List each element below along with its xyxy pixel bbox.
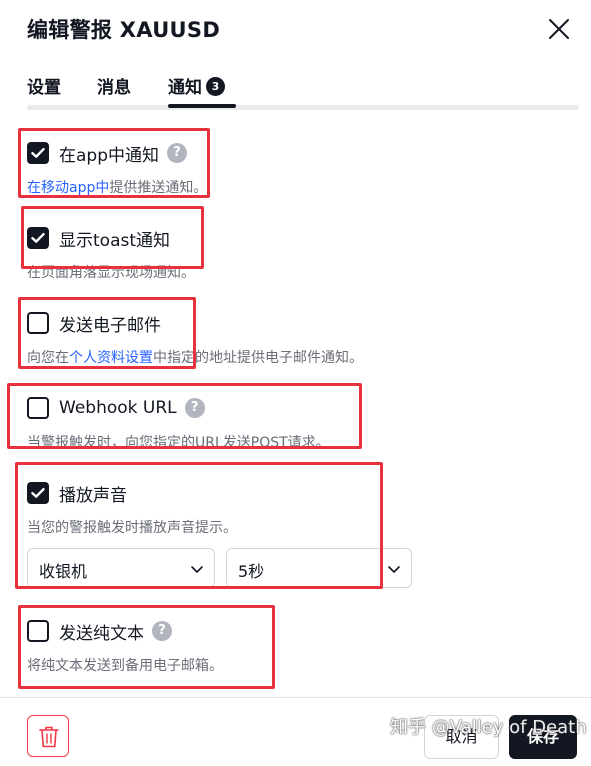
plain-text-checkbox[interactable] <box>27 620 49 642</box>
send-email-label: 发送电子邮件 <box>59 315 161 336</box>
help-icon[interactable]: ? <box>184 398 205 418</box>
app-notification-desc-text: 提供推送通知。 <box>109 180 208 196</box>
active-tab-indicator <box>168 104 236 108</box>
chevron-down-icon <box>388 566 400 573</box>
option-play-sound: 播放声音 当您的警报触发时播放声音提示。 <box>27 481 237 537</box>
send-email-desc: 向您在个人资料设置中指定的地址提供电子邮件通知。 <box>27 347 363 367</box>
tab-bar: 设置 消息 通知 3 <box>27 74 579 114</box>
check-icon <box>31 148 45 158</box>
check-icon <box>31 233 45 243</box>
tab-messages[interactable]: 消息 <box>97 74 131 110</box>
tab-notifications-label: 通知 <box>168 78 202 98</box>
help-icon[interactable]: ? <box>167 143 187 163</box>
edit-alert-dialog: 编辑警报 XAUUSD 设置 消息 通知 3 在app中通知 ? 在移动app中提… <box>0 0 591 766</box>
check-icon <box>31 488 45 498</box>
tab-messages-label: 消息 <box>97 78 131 98</box>
dialog-title: 编辑警报 XAUUSD <box>27 18 221 42</box>
option-app-notification: 在app中通知 ? 在移动app中提供推送通知。 <box>27 141 207 197</box>
sound-select[interactable]: 收银机 <box>27 548 215 588</box>
play-sound-checkbox[interactable] <box>27 482 49 504</box>
sound-select-value: 收银机 <box>39 562 88 581</box>
cancel-button[interactable]: 取消 <box>424 715 499 759</box>
send-email-checkbox[interactable] <box>27 312 49 334</box>
mobile-app-link[interactable]: 在移动app中 <box>27 180 109 196</box>
chevron-down-icon <box>191 566 203 573</box>
app-notification-label: 在app中通知 <box>59 145 159 166</box>
help-icon[interactable]: ? <box>152 621 172 641</box>
plain-text-desc: 将纯文本发送到备用电子邮箱。 <box>27 658 223 674</box>
app-notification-checkbox[interactable] <box>27 142 49 164</box>
delete-alert-button[interactable] <box>27 715 69 757</box>
trash-icon <box>39 726 59 748</box>
app-notification-desc: 在移动app中提供推送通知。 <box>27 177 207 197</box>
option-toast-notification: 显示toast通知 在页面角落显示现场通知。 <box>27 226 195 282</box>
close-button[interactable] <box>546 16 572 42</box>
duration-select[interactable]: 5秒 <box>226 548 412 588</box>
footer-divider <box>0 697 591 698</box>
tab-settings-label: 设置 <box>27 78 61 98</box>
plain-text-label: 发送纯文本 <box>59 623 144 644</box>
option-webhook: Webhook URL ? 当警报触发时，向您指定的URL发送POST请求。 <box>27 396 330 452</box>
send-email-desc-pre: 向您在 <box>27 350 69 366</box>
option-send-email: 发送电子邮件 向您在个人资料设置中指定的地址提供电子邮件通知。 <box>27 311 363 367</box>
play-sound-desc: 当您的警报触发时播放声音提示。 <box>27 520 237 536</box>
send-email-desc-post: 中指定的地址提供电子邮件通知。 <box>153 350 363 366</box>
toast-notification-label: 显示toast通知 <box>59 230 171 251</box>
tab-settings[interactable]: 设置 <box>27 74 61 110</box>
tab-notifications-badge: 3 <box>206 77 225 96</box>
webhook-desc: 当警报触发时，向您指定的URL发送POST请求。 <box>27 435 330 451</box>
duration-select-value: 5秒 <box>238 562 265 581</box>
profile-settings-link[interactable]: 个人资料设置 <box>69 350 153 366</box>
close-icon <box>549 19 569 39</box>
option-plain-text: 发送纯文本 ? 将纯文本发送到备用电子邮箱。 <box>27 619 223 675</box>
webhook-checkbox[interactable] <box>27 397 49 419</box>
webhook-label: Webhook URL <box>59 398 177 418</box>
toast-notification-checkbox[interactable] <box>27 227 49 249</box>
toast-notification-desc: 在页面角落显示现场通知。 <box>27 265 195 281</box>
save-button[interactable]: 保存 <box>509 715 577 759</box>
play-sound-label: 播放声音 <box>59 485 127 506</box>
